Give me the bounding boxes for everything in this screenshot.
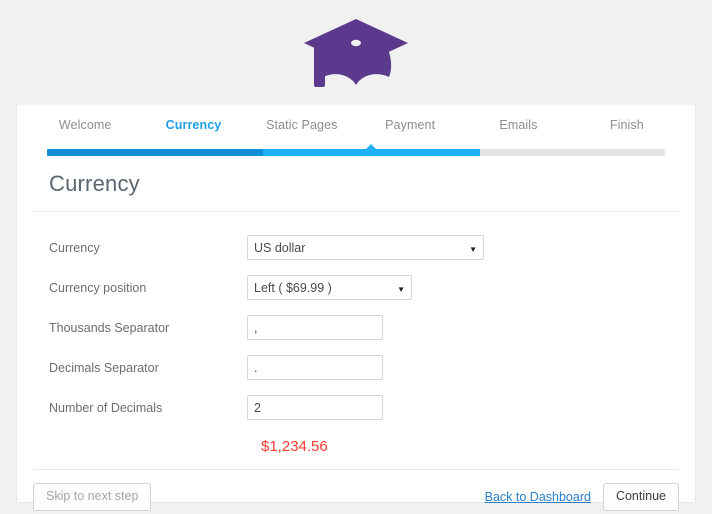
- progress-pointer-icon: [365, 144, 378, 150]
- price-format-preview: $1,234.56: [261, 438, 328, 455]
- skip-to-next-step-button[interactable]: Skip to next step: [33, 483, 152, 511]
- step-finish[interactable]: Finish: [573, 118, 681, 132]
- form-row-decimals-separator: Decimals Separator: [33, 348, 679, 387]
- logo-area: [0, 0, 712, 105]
- label-currency-position: Currency position: [49, 280, 147, 295]
- field-number-of-decimals: [247, 395, 679, 420]
- page-title: Currency: [49, 171, 140, 196]
- form-row-number-of-decimals: Number of Decimals: [33, 388, 679, 427]
- setup-wizard-page: Welcome Currency Static Pages Payment Em…: [0, 0, 712, 514]
- step-currency[interactable]: Currency: [139, 118, 247, 132]
- step-welcome[interactable]: Welcome: [31, 118, 139, 132]
- progress-completed-segment: [47, 149, 264, 156]
- currency-select[interactable]: US dollar: [247, 235, 484, 260]
- progress-current-segment: [263, 149, 480, 156]
- wizard-steps: Welcome Currency Static Pages Payment Em…: [17, 105, 695, 156]
- form-row-currency: Currency US dollar ▼: [33, 228, 679, 267]
- progress-bar: [47, 144, 665, 156]
- label-currency: Currency: [49, 240, 100, 255]
- step-emails[interactable]: Emails: [464, 118, 572, 132]
- field-currency: US dollar ▼: [247, 235, 679, 260]
- step-payment[interactable]: Payment: [356, 118, 464, 132]
- graduation-cap-logo: [302, 15, 410, 91]
- currency-position-select[interactable]: Left ( $69.99 ): [247, 275, 412, 300]
- card-footer: Skip to next step Back to Dashboard Cont…: [17, 470, 695, 511]
- number-of-decimals-input[interactable]: [247, 395, 383, 420]
- currency-select-wrap: US dollar ▼: [247, 235, 484, 260]
- back-to-dashboard-link[interactable]: Back to Dashboard: [485, 490, 591, 504]
- continue-button[interactable]: Continue: [602, 483, 679, 511]
- decimals-separator-input[interactable]: [247, 355, 383, 380]
- card-body: Currency Currency US dollar ▼ Currency p…: [17, 171, 695, 465]
- label-thousands-separator: Thousands Separator: [49, 320, 170, 335]
- form-row-currency-position: Currency position Left ( $69.99 ) ▼: [33, 268, 679, 307]
- label-decimals-separator: Decimals Separator: [49, 360, 159, 375]
- currency-form: Currency US dollar ▼ Currency position L…: [33, 212, 679, 465]
- field-thousands-separator: [247, 315, 679, 340]
- wizard-card: Welcome Currency Static Pages Payment Em…: [16, 105, 696, 511]
- thousands-separator-input[interactable]: [247, 315, 383, 340]
- currency-position-select-wrap: Left ( $69.99 ) ▼: [247, 275, 412, 300]
- step-labels: Welcome Currency Static Pages Payment Em…: [31, 105, 681, 145]
- step-static-pages[interactable]: Static Pages: [248, 118, 356, 132]
- field-currency-position: Left ( $69.99 ) ▼: [247, 275, 679, 300]
- label-number-of-decimals: Number of Decimals: [49, 400, 163, 415]
- field-decimals-separator: [247, 355, 679, 380]
- form-row-thousands-separator: Thousands Separator: [33, 308, 679, 347]
